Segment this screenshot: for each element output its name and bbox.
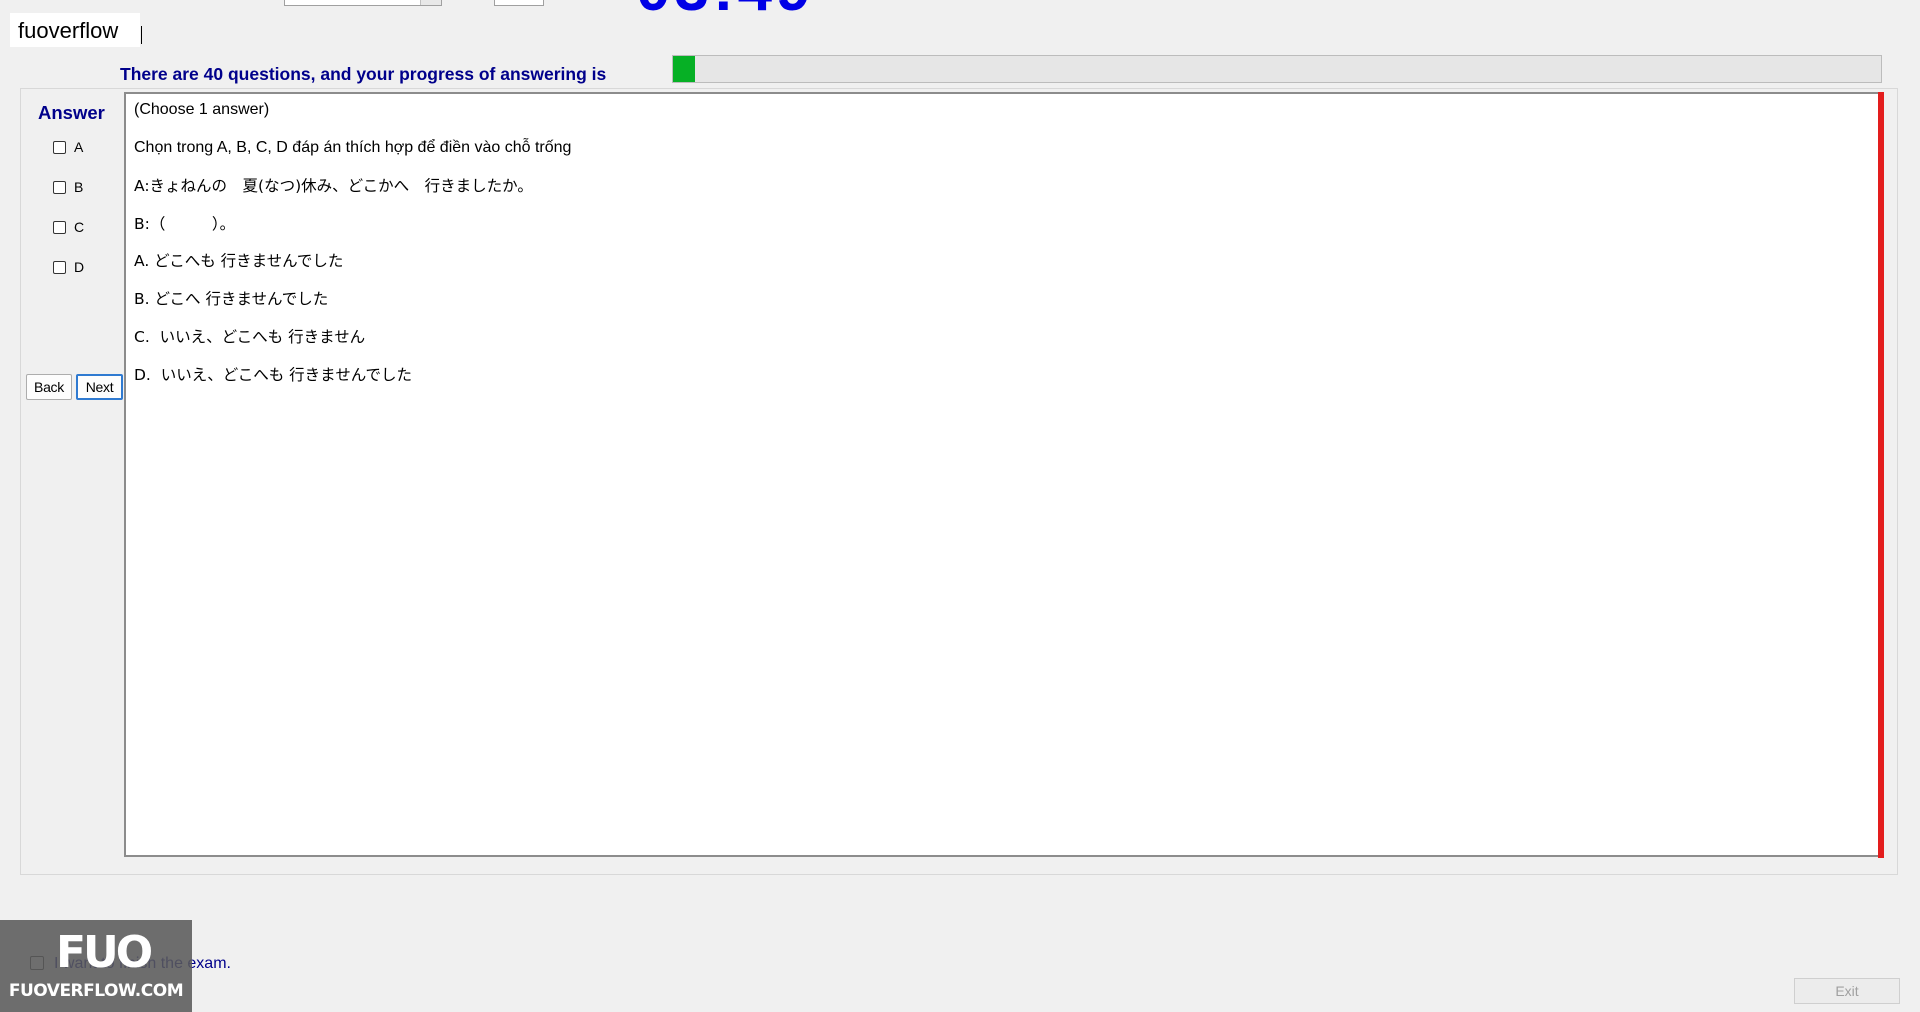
top-combo-box[interactable] (284, 0, 442, 6)
question-line: A. どこへも 行きませんでした (134, 252, 344, 270)
answer-option-a[interactable]: A (53, 136, 83, 158)
scroll-indicator-bar (1878, 92, 1884, 858)
question-line: B:（ ）。 (134, 215, 236, 233)
question-line: B. どこへ 行きませんでした (134, 290, 329, 308)
answer-option-label: D (74, 259, 85, 275)
question-text-box[interactable] (124, 92, 1881, 857)
checkbox-c[interactable] (53, 220, 66, 234)
answer-option-label: B (74, 179, 84, 195)
answer-option-c[interactable]: C (53, 216, 84, 238)
progress-bar-fill (673, 56, 695, 82)
text-caret (141, 26, 142, 44)
exam-timer: 03:49 (636, 0, 815, 21)
checkbox-b[interactable] (53, 180, 66, 194)
progress-text: There are 40 questions, and your progres… (120, 64, 607, 84)
answer-option-label: A (74, 139, 84, 155)
combo-dropdown-arrow[interactable] (420, 0, 441, 5)
logo-text: FUOVERFLOW.COM (8, 981, 184, 1001)
answer-title: Answer (38, 102, 105, 123)
answer-option-d[interactable]: D (53, 256, 84, 278)
question-line: C. いいえ、どこへも 行きません (134, 328, 366, 346)
top-small-input[interactable] (494, 0, 544, 6)
question-line: D. いいえ、どこへも 行きませんでした (134, 366, 412, 384)
answer-option-label: C (74, 219, 85, 235)
exit-button[interactable]: Exit (1794, 978, 1900, 1004)
question-line: Chọn trong A, B, C, D đáp án thích hợp đ… (134, 139, 572, 156)
question-line: A:きょねんの 夏(なつ)休み、どこかへ 行きましたか。 (134, 177, 533, 195)
progress-bar (672, 55, 1882, 83)
back-button[interactable]: Back (26, 374, 72, 400)
logo-mark-icon: FUO (56, 927, 153, 978)
question-line: (Choose 1 answer) (134, 101, 270, 118)
answer-option-b[interactable]: B (53, 176, 83, 198)
next-button[interactable]: Next (76, 374, 123, 400)
checkbox-d[interactable] (53, 260, 66, 274)
watermark-label: fuoverflow (10, 13, 140, 47)
checkbox-a[interactable] (53, 140, 66, 154)
fuoverflow-logo: FUO FUOVERFLOW.COM (0, 920, 192, 1012)
